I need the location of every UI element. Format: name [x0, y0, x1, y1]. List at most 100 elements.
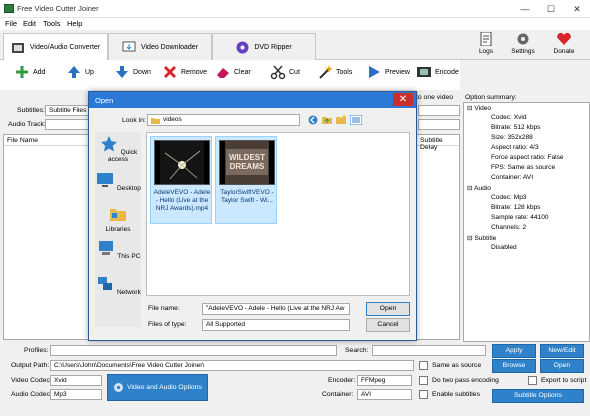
place-desktop[interactable]: Desktop [95, 172, 141, 192]
audio-codec-select[interactable]: Mp3 [50, 389, 102, 400]
places-bar: Quick access Desktop Libraries This PC N… [95, 132, 141, 327]
open-button[interactable]: Open [540, 359, 584, 373]
encoder-select[interactable]: FFMpeg [357, 375, 412, 386]
video-thumbnail-image: WILDEST DREAMS [219, 140, 275, 185]
encode-label: Encode [435, 68, 459, 76]
logs-button[interactable]: Logs [471, 30, 501, 60]
two-pass-checkbox[interactable] [419, 376, 428, 385]
dialog-title-bar: Open ✕ [89, 92, 416, 108]
container-label: Container: [322, 391, 354, 398]
tree-video-node[interactable]: ⊟ Video [467, 104, 491, 112]
two-pass-label: Do two pass encoding [432, 377, 499, 384]
subtitle-options-button[interactable]: Subtitle Options [492, 389, 584, 403]
menu-file[interactable]: File [5, 19, 17, 28]
tree-item: Force aspect ratio: False [491, 154, 564, 161]
files-of-type-select[interactable]: All Supported [202, 319, 350, 331]
menu-tools[interactable]: Tools [43, 19, 61, 28]
new-edit-button[interactable]: New/Edit [540, 344, 584, 358]
enable-subtitles-checkbox[interactable] [419, 390, 428, 399]
tree-subtitle-header: Subtitle [474, 235, 497, 242]
tools-button[interactable]: Tools [317, 64, 352, 80]
audio-track-select[interactable] [45, 119, 90, 130]
tab-label: Video/Audio Converter [29, 44, 101, 51]
thumbnail-title-text: WILDEST DREAMS [229, 153, 265, 171]
file-browser-area[interactable]: AdeleVEVO - Adele - Hello (Live at the N… [146, 132, 410, 296]
menu-help[interactable]: Help [67, 19, 82, 28]
files-of-type-label: Files of type: [148, 321, 187, 328]
place-network[interactable]: Network [95, 276, 141, 296]
scissors-icon [270, 65, 286, 80]
file-caption: TaylorSwiftVEVO - Taylor Swift - Wi... [220, 189, 274, 204]
film-strip-icon [155, 141, 209, 184]
export-to-script-checkbox[interactable] [528, 376, 537, 385]
file-name-input[interactable]: "AdeleVEVO - Adele - Hello (Live at the … [202, 303, 350, 315]
subtitles-select-right[interactable] [418, 105, 460, 116]
add-button[interactable]: Add [14, 64, 45, 80]
column-subtitle-delay[interactable]: Subtitle Delay [420, 137, 459, 151]
down-button[interactable]: Down [114, 64, 151, 80]
clear-button[interactable]: Clear [215, 64, 251, 80]
column-file-name[interactable]: File Name [7, 137, 38, 144]
place-quick-access[interactable]: Quick access [95, 136, 141, 163]
dialog-cancel-button[interactable]: Cancel [366, 318, 410, 332]
close-button[interactable]: ✕ [564, 0, 590, 18]
tree-audio-node[interactable]: ⊟ Audio [467, 184, 491, 192]
video-codec-select[interactable]: Xvid [50, 375, 102, 386]
look-in-value: videos [163, 116, 182, 123]
tab-video-downloader[interactable]: Video Downloader [108, 33, 212, 60]
add-label: Add [33, 68, 46, 76]
file-item-adele[interactable]: AdeleVEVO - Adele - Hello (Live at the N… [150, 136, 212, 224]
tree-subtitle-node[interactable]: ⊟ Subtitle [467, 234, 496, 242]
video-codec-label: Video Codec: [11, 377, 52, 384]
star-icon [100, 136, 117, 152]
menu-edit[interactable]: Edit [23, 19, 36, 28]
preview-button[interactable]: Preview [366, 64, 410, 80]
donate-button[interactable]: Donate [549, 30, 579, 60]
subtitles-select[interactable]: Subtitle Files [45, 105, 90, 116]
desktop-icon [97, 173, 114, 187]
video-audio-options-button[interactable]: Video and Audio Options [107, 374, 208, 401]
view-menu-icon[interactable] [350, 115, 362, 125]
option-summary-tree[interactable]: ⊟ Video Codec: Xvid Bitrate: 512 kbps Si… [463, 102, 590, 342]
look-in-label: Look in: [122, 117, 146, 124]
tree-video-header: Video [474, 105, 492, 112]
video-thumbnail-image [154, 140, 210, 185]
remove-button[interactable]: Remove [162, 64, 207, 80]
place-libraries[interactable]: Libraries [95, 206, 141, 233]
audio-track-select-right[interactable] [418, 119, 460, 130]
up-button[interactable]: Up [66, 64, 94, 80]
tree-item: Sample rate: 44100 [491, 214, 549, 221]
output-path-input[interactable]: C:\Users\John\Documents\Free Video Cutte… [50, 360, 414, 371]
down-label: Down [133, 68, 151, 76]
settings-button[interactable]: Settings [508, 30, 538, 60]
same-as-source-checkbox[interactable] [419, 361, 428, 370]
encode-button[interactable]: Encode [416, 64, 459, 80]
tab-video-audio-converter[interactable]: Video/Audio Converter [3, 33, 108, 61]
file-item-taylor-swift[interactable]: WILDEST DREAMS TaylorSwiftVEVO - Taylor … [215, 136, 277, 224]
maximize-button[interactable]: ☐ [538, 0, 564, 18]
cut-label: Cut [289, 68, 300, 76]
look-in-select[interactable]: videos [147, 114, 300, 126]
wand-icon [319, 65, 333, 79]
arrow-up-icon [68, 66, 80, 78]
browse-button[interactable]: Browse [492, 359, 536, 373]
back-icon[interactable] [308, 115, 318, 125]
place-this-pc[interactable]: This PC [95, 240, 141, 260]
tree-audio-header: Audio [474, 185, 491, 192]
container-select[interactable]: AVI [357, 389, 412, 400]
dialog-open-button[interactable]: Open [366, 302, 410, 316]
profiles-label: Profiles: [24, 347, 49, 354]
cut-button[interactable]: Cut [270, 64, 300, 80]
option-summary-title: Option summary: [465, 94, 517, 101]
network-icon [98, 277, 113, 290]
tree-item: Bitrate: 128 kbps [491, 204, 541, 211]
profiles-select[interactable] [50, 345, 337, 356]
apply-button[interactable]: Apply [492, 344, 536, 358]
tab-dvd-ripper[interactable]: DVD Ripper [212, 33, 316, 60]
new-folder-icon[interactable] [336, 115, 346, 125]
search-input[interactable] [372, 345, 486, 356]
up-folder-icon[interactable] [322, 115, 332, 125]
tree-item: Bitrate: 512 kbps [491, 124, 541, 131]
dialog-close-button[interactable]: ✕ [393, 93, 413, 106]
minimize-button[interactable]: — [512, 0, 538, 18]
